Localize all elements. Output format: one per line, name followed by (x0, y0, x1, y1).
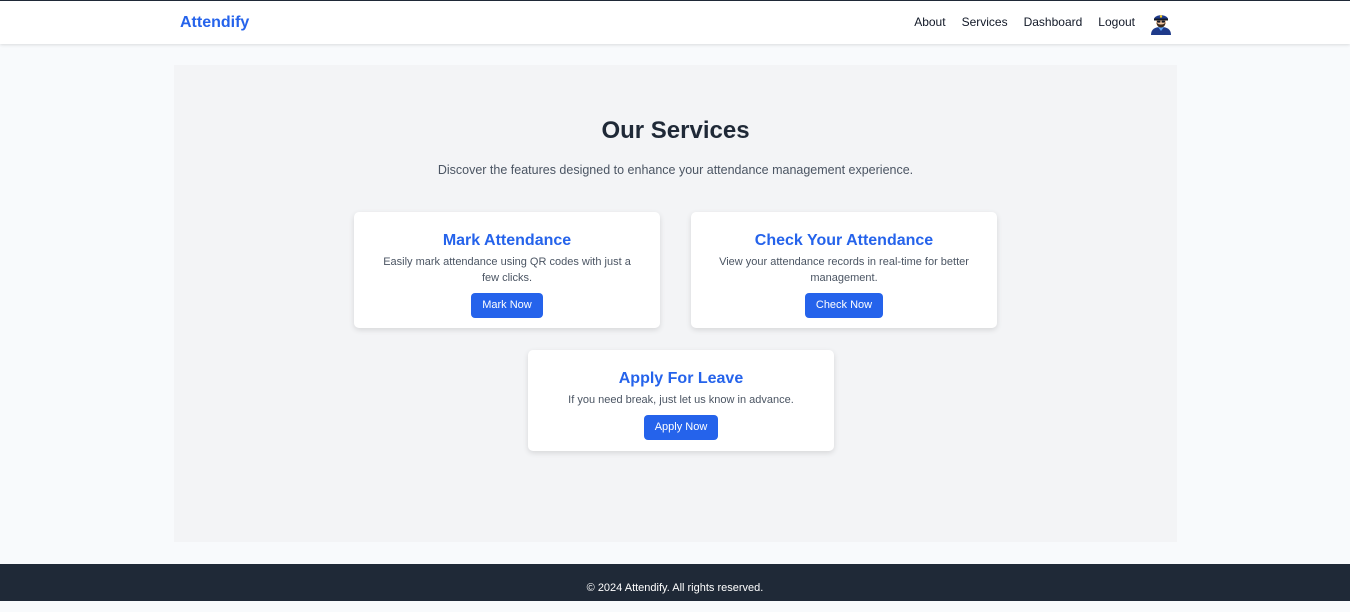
navbar: Attendify About Services Dashboard Logou… (0, 0, 1350, 44)
card-description: View your attendance records in real-tim… (719, 256, 969, 284)
police-officer-icon[interactable] (1149, 11, 1173, 35)
nav-about-link[interactable]: About (914, 15, 945, 29)
apply-now-button[interactable]: Apply Now (643, 415, 719, 440)
card-description: Easily mark attendance using QR codes wi… (383, 256, 631, 284)
mark-now-button[interactable]: Mark Now (471, 293, 543, 318)
nav-links: About Services Dashboard Logout (914, 15, 1135, 29)
nav-logout-link[interactable]: Logout (1098, 15, 1135, 29)
brand-logo-link[interactable]: Attendify (180, 14, 249, 32)
page-subtitle: Discover the features designed to enhanc… (437, 163, 914, 177)
nav-services-link[interactable]: Services (962, 15, 1008, 29)
card-title: Check Your Attendance (754, 232, 934, 249)
check-now-button[interactable]: Check Now (804, 293, 884, 318)
service-card-check-attendance: Check Your Attendance View your attendan… (691, 212, 997, 328)
copyright-text: © 2024 Attendify. All rights reserved. (586, 582, 764, 594)
card-description: If you need break, just let us know in a… (568, 394, 794, 406)
nav-dashboard-link[interactable]: Dashboard (1024, 15, 1083, 29)
service-card-mark-attendance: Mark Attendance Easily mark attendance u… (354, 212, 660, 328)
services-section: Our Services Discover the features desig… (174, 65, 1177, 542)
card-title: Apply For Leave (618, 370, 744, 387)
footer: © 2024 Attendify. All rights reserved. (0, 564, 1350, 601)
service-card-apply-leave: Apply For Leave If you need break, just … (528, 350, 834, 451)
page-title: Our Services (601, 117, 750, 144)
card-title: Mark Attendance (442, 232, 572, 249)
